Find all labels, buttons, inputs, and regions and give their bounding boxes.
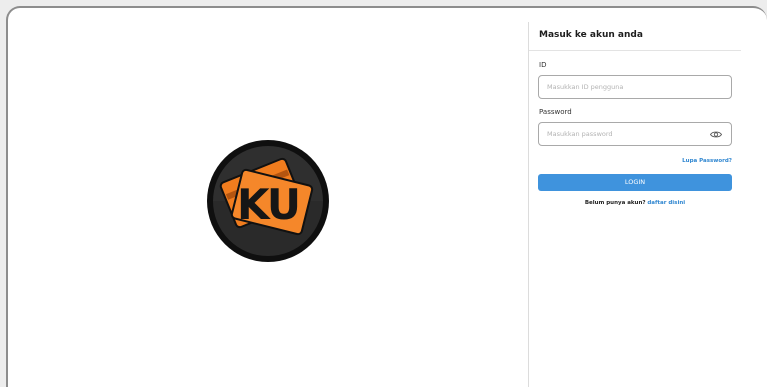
ku-logo: KU [207,140,329,262]
logo-letters: KU [237,180,299,229]
password-field[interactable] [538,122,732,146]
eye-icon[interactable] [710,130,722,139]
password-label: Password [539,108,572,116]
login-title: Masuk ke akun anda [539,30,643,40]
id-input[interactable] [539,76,731,98]
app-window: KU Masuk ke akun anda ID Password Lupa P… [6,6,767,387]
brand-panel: KU [8,8,528,387]
signup-prompt: Belum punya akun? [584,200,646,206]
login-panel: Masuk ke akun anda ID Password Lupa Pass… [529,8,767,387]
password-input[interactable] [539,123,731,145]
login-button[interactable]: LOGIN [538,174,732,191]
signup-row: Belum punya akun? daftar disini [529,200,741,206]
id-label: ID [539,61,547,69]
forgot-password-link[interactable]: Lupa Password? [682,158,732,164]
header-divider [529,50,741,51]
id-field[interactable] [538,75,732,99]
signup-link[interactable]: daftar disini [647,200,685,206]
